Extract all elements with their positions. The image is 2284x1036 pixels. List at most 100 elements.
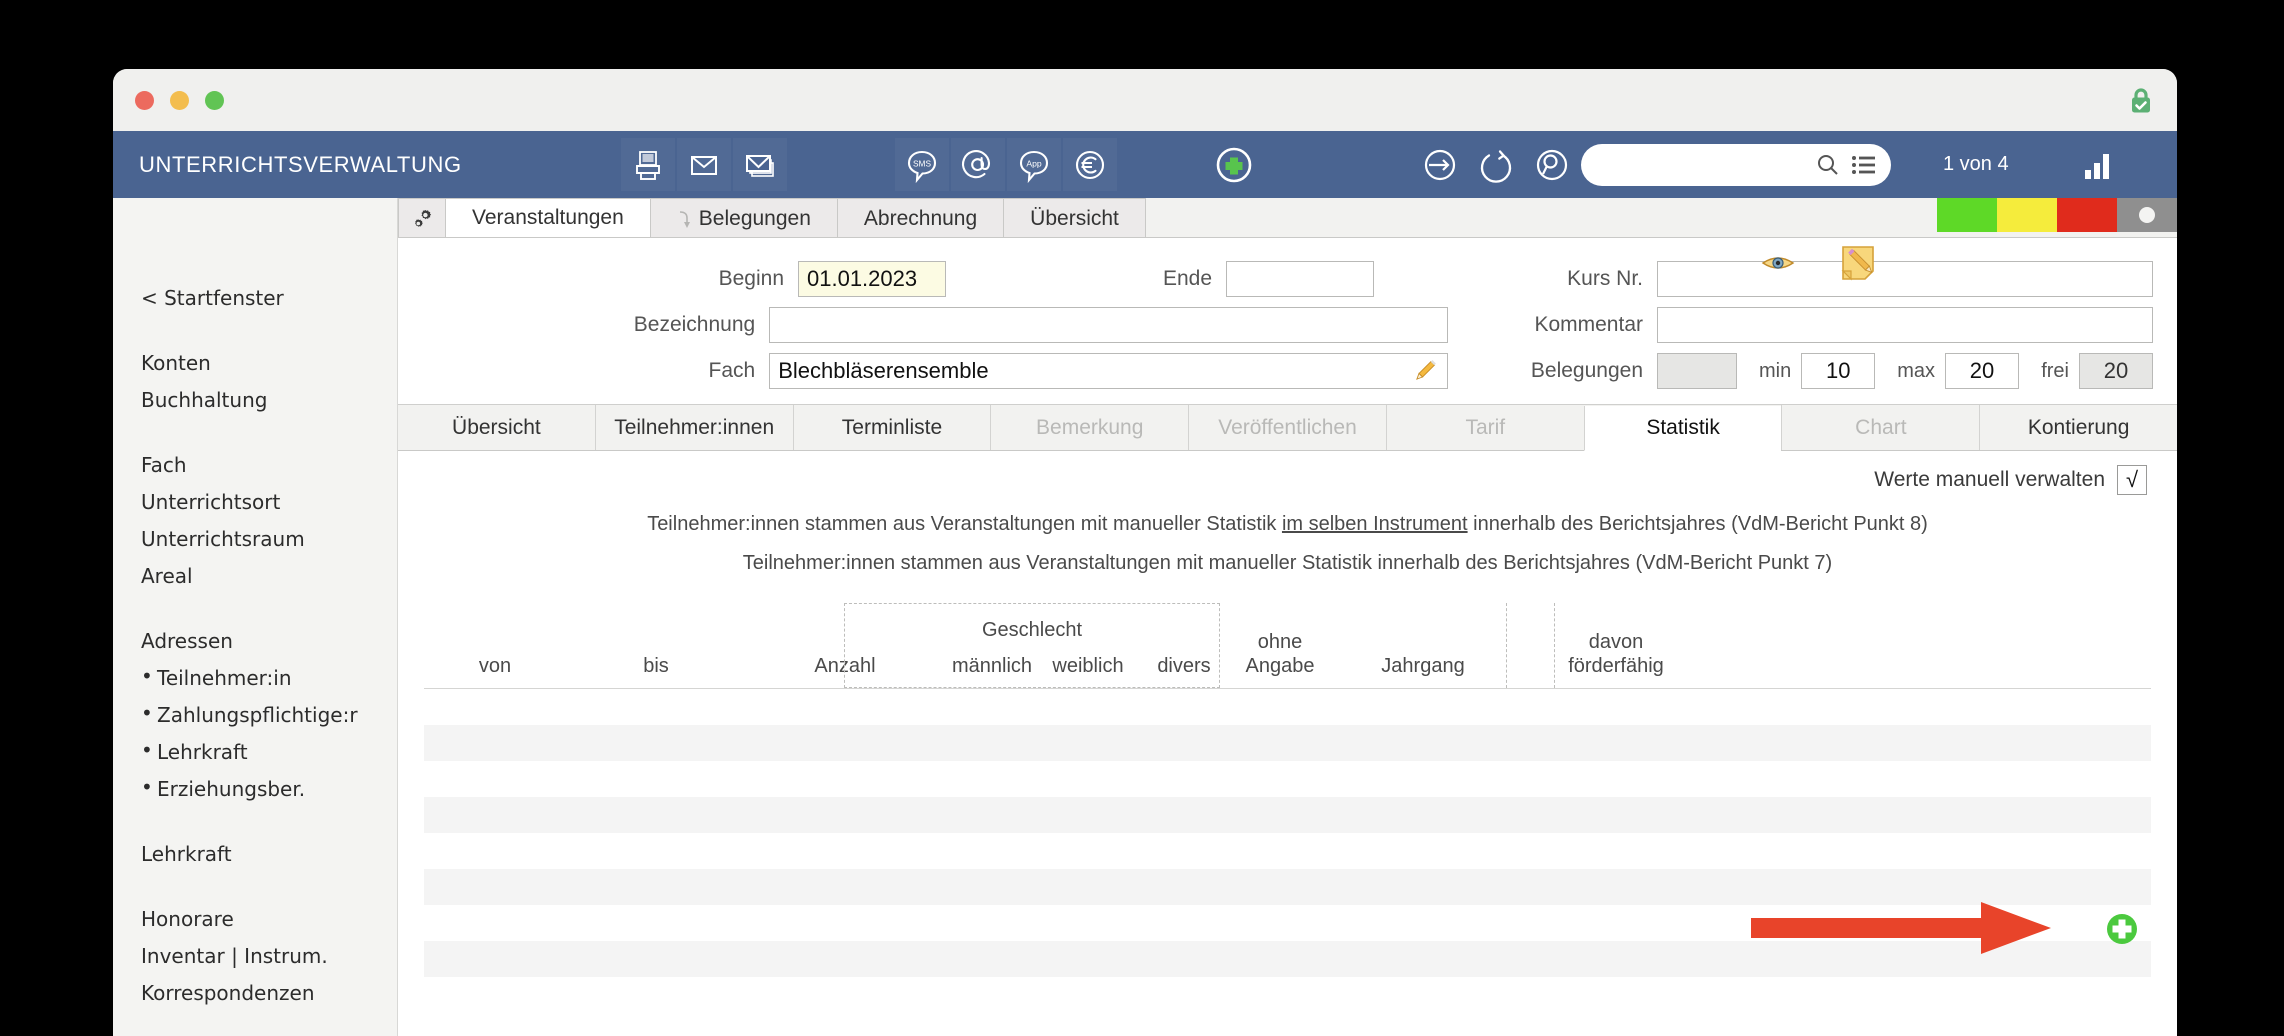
zoom-button[interactable] (205, 91, 224, 110)
table-row[interactable] (424, 905, 2151, 941)
window-controls[interactable] (135, 91, 224, 110)
printer-icon[interactable] (621, 138, 675, 191)
screen: UNTERRICHTSVERWALTUNG SMS App 1 von 4 < … (0, 0, 2284, 1036)
ende-label: Ende (1162, 267, 1212, 290)
col-jahrgang[interactable]: Jahrgang (1328, 654, 1518, 688)
tab-label: Übersicht (1030, 206, 1119, 230)
statistik-note-1: Teilnehmer:innen stammen aus Veranstaltu… (424, 513, 2151, 536)
col-ohne-angabe[interactable]: ohne Angabe (1232, 630, 1328, 688)
tab-teilnehmerinnen[interactable]: Teilnehmer:innen (594, 405, 793, 450)
sms-bubble-icon[interactable]: SMS (895, 138, 949, 191)
kommentar-field[interactable] (1657, 307, 2153, 343)
arrow-enter-circle-icon[interactable] (1413, 138, 1467, 191)
sidebar-item-konten[interactable]: Konten (113, 345, 397, 382)
note-pencil-icon[interactable] (1839, 244, 1877, 282)
col-von[interactable]: von (424, 654, 566, 688)
euro-circle-icon[interactable] (1063, 138, 1117, 191)
envelope-stack-icon[interactable] (733, 138, 787, 191)
bar-chart-icon[interactable] (2071, 138, 2125, 191)
col-weiblich[interactable]: weiblich (1040, 654, 1136, 688)
tab-veranstaltungen[interactable]: Veranstaltungen (446, 198, 651, 238)
col-anzahl[interactable]: Anzahl (746, 654, 944, 688)
envelope-icon[interactable] (677, 138, 731, 191)
status-swatch-yellow[interactable] (1997, 198, 2057, 232)
sidebar-item-zahlungspflichtiger[interactable]: Zahlungspflichtige:r (113, 697, 397, 734)
manual-values-label: Werte manuell verwalten (1874, 468, 2105, 491)
search-circle-icon[interactable] (1525, 138, 1579, 191)
plus-circle-icon[interactable] (1207, 138, 1261, 191)
eye-icon[interactable] (1761, 252, 1795, 274)
sidebar-item-buchhaltung[interactable]: Buchhaltung (113, 382, 397, 419)
tab-uebersicht-sub[interactable]: Übersicht (398, 405, 595, 450)
table-row[interactable] (424, 689, 2151, 725)
fach-field[interactable]: Blechbläserensemble (769, 353, 1448, 389)
sidebar-item-teilnehmerin[interactable]: Teilnehmer:in (113, 660, 397, 697)
minimize-button[interactable] (170, 91, 189, 110)
sidebar-item-fach[interactable]: Fach (113, 447, 397, 484)
refresh-circle-icon[interactable] (1469, 138, 1523, 191)
kurs-nr-label: Kurs Nr. (1567, 267, 1643, 290)
table-row[interactable] (424, 941, 2151, 977)
table-row[interactable] (424, 725, 2151, 761)
pencil-icon[interactable] (1411, 357, 1439, 385)
table-row[interactable] (424, 797, 2151, 833)
kurs-nr-field[interactable] (1657, 261, 2153, 297)
tab-terminliste[interactable]: Terminliste (792, 405, 991, 450)
add-row-button[interactable] (2105, 912, 2139, 946)
ende-field[interactable] (1226, 261, 1374, 297)
table-header: Geschlecht von bis Anzahl männlich weibl… (424, 597, 2151, 689)
record-counter: 1 von 4 (1943, 153, 2009, 175)
sidebar-item-erziehungsber[interactable]: Erziehungsber. (113, 771, 397, 808)
sidebar-item-unterrichtsraum[interactable]: Unterrichtsraum (113, 521, 397, 558)
tab-uebersicht[interactable]: Übersicht (1004, 198, 1146, 238)
status-swatch-red[interactable] (2057, 198, 2117, 232)
tab-label: Tarif (1465, 415, 1506, 439)
bezeichnung-field[interactable] (769, 307, 1448, 343)
tab-abrechnung[interactable]: Abrechnung (837, 198, 1005, 238)
sidebar-item-areal[interactable]: Areal (113, 558, 397, 595)
geschlecht-group-label: Geschlecht (981, 619, 1083, 641)
toolbar-group-nav (1413, 138, 1891, 191)
note-1-link[interactable]: im selben Instrument (1282, 513, 1468, 535)
sidebar-back-link[interactable]: < Startfenster (113, 280, 397, 317)
tab-belegungen[interactable]: Belegungen (650, 198, 838, 238)
arrow-hook-icon (677, 209, 691, 229)
close-button[interactable] (135, 91, 154, 110)
status-swatch-grey[interactable] (2117, 198, 2177, 232)
list-icon (1852, 155, 1875, 174)
sidebar-item-adressen[interactable]: Adressen (113, 623, 397, 660)
max-field[interactable]: 20 (1945, 353, 2020, 389)
sidebar-item-inventar-instrum[interactable]: Inventar | Instrum. (113, 938, 397, 975)
col-bis[interactable]: bis (566, 654, 746, 688)
manual-values-checkbox[interactable]: √ (2117, 465, 2147, 495)
window-titlebar (113, 69, 2177, 131)
col-maennlich[interactable]: männlich (944, 654, 1040, 688)
tab-label: Statistik (1646, 416, 1720, 439)
app-window: UNTERRICHTSVERWALTUNG SMS App 1 von 4 < … (113, 69, 2177, 1036)
tab-kontierung[interactable]: Kontierung (1979, 405, 2177, 450)
sidebar-item-honorare[interactable]: Honorare (113, 901, 397, 938)
table-row[interactable] (424, 833, 2151, 869)
beginn-field[interactable]: 01.01.2023 (798, 261, 946, 297)
col-divers[interactable]: divers (1136, 654, 1232, 688)
search-input[interactable] (1581, 143, 1891, 186)
table-row[interactable] (424, 761, 2151, 797)
fach-value: Blechbläserensemble (778, 358, 989, 383)
form-row-kommentar: Kommentar (1472, 302, 2153, 348)
manual-values-row: Werte manuell verwalten √ (424, 451, 2151, 495)
tab-label: Übersicht (452, 415, 541, 439)
gear-icon[interactable] (398, 198, 446, 238)
sidebar-item-lehrkraft[interactable]: Lehrkraft (113, 836, 397, 873)
sidebar-item-unterrichtsort[interactable]: Unterrichtsort (113, 484, 397, 521)
sidebar-item-korrespondenzen[interactable]: Korrespondenzen (113, 975, 397, 1012)
at-sign-icon[interactable] (951, 138, 1005, 191)
col-davon-foerderfaehig[interactable]: davon förderfähig (1518, 630, 1714, 688)
belegungen-label: Belegungen (1530, 359, 1643, 382)
app-bubble-icon[interactable]: App (1007, 138, 1061, 191)
table-row[interactable] (424, 869, 2151, 905)
tab-statistik[interactable]: Statistik (1583, 406, 1782, 451)
status-swatch-green[interactable] (1937, 198, 1997, 232)
sidebar-item-lehrkraft-adresse[interactable]: Lehrkraft (113, 734, 397, 771)
app-title: UNTERRICHTSVERWALTUNG (139, 151, 462, 177)
min-field[interactable]: 10 (1801, 353, 1876, 389)
